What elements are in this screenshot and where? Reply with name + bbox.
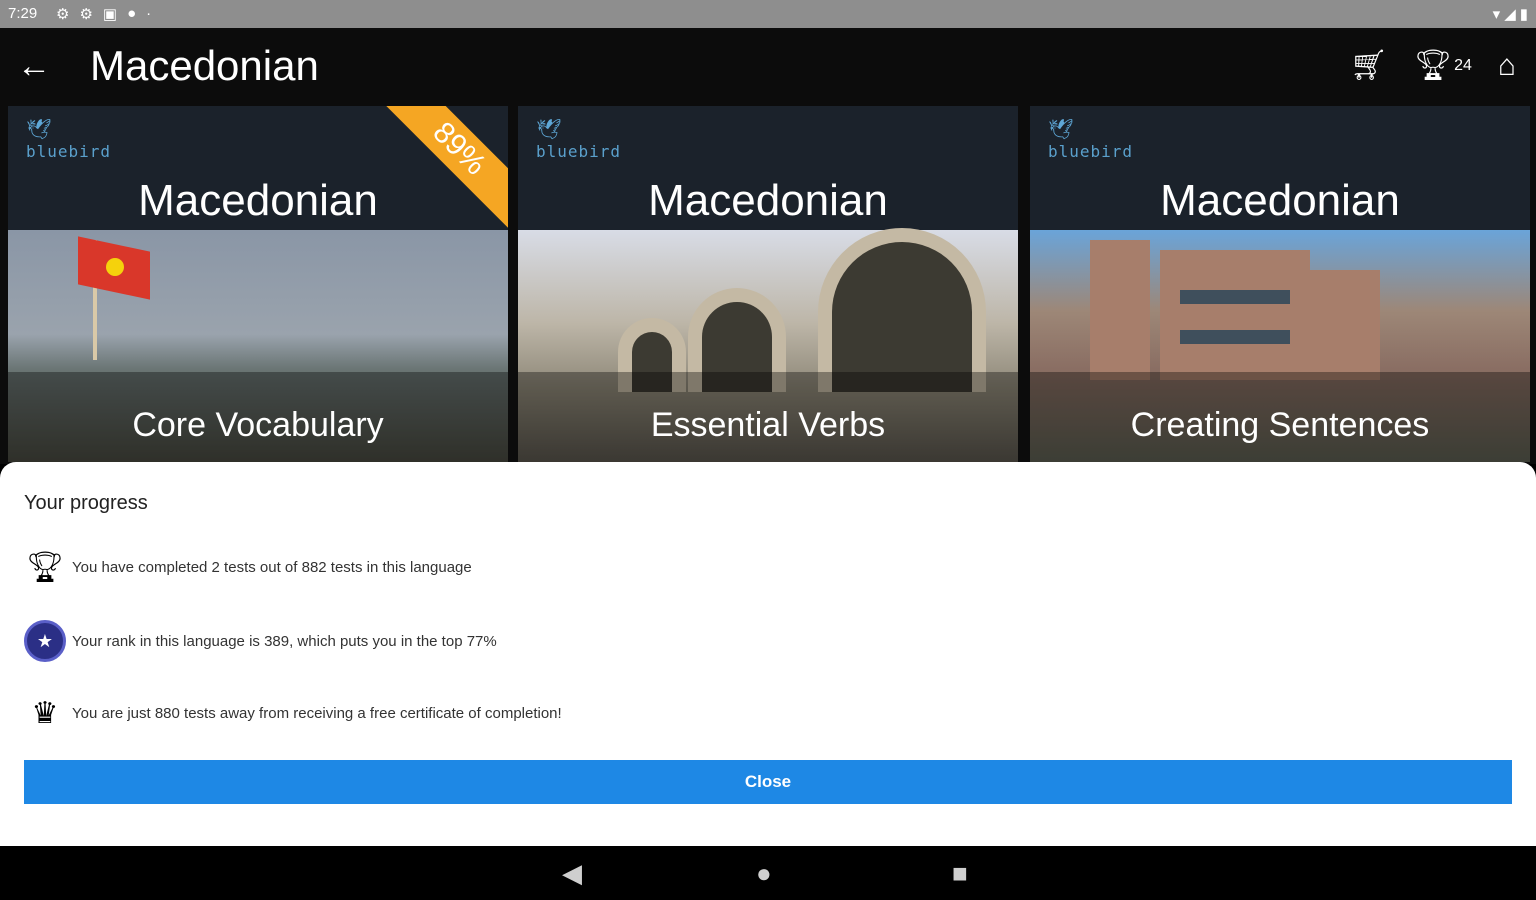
card-language: Macedonian bbox=[1160, 176, 1400, 225]
progress-sheet: Your progress 🏆︎ You have completed 2 te… bbox=[0, 462, 1536, 846]
nav-recents-icon[interactable]: ■ bbox=[952, 858, 968, 889]
status-notification-icons: ⚙ ⚙ ▣ ● · bbox=[56, 5, 151, 23]
bluebird-logo: 🕊︎ bluebird bbox=[536, 119, 622, 161]
app-bar: ← Macedonian 🛒︎ 🏆︎ 24 ⌂ bbox=[0, 28, 1536, 104]
rank-badge-icon: ★ bbox=[24, 620, 66, 662]
sim-icon: ▣ bbox=[102, 6, 118, 23]
circle-icon: ● bbox=[127, 5, 137, 22]
bird-icon: 🕊︎ bbox=[1048, 119, 1074, 141]
arrow-back-icon: ← bbox=[17, 47, 51, 85]
card-topic: Core Vocabulary bbox=[132, 406, 384, 444]
nav-home-icon[interactable]: ● bbox=[756, 858, 772, 889]
signal-icon: ◢ bbox=[1504, 6, 1516, 23]
app-bar-actions: 🛒︎ 🏆︎ 24 ⌂ bbox=[1350, 46, 1516, 86]
system-nav-bar: ◀ ● ■ bbox=[0, 846, 1536, 900]
close-button[interactable]: Close bbox=[24, 760, 1512, 804]
progress-item-rank: ★ Your rank in this language is 389, whi… bbox=[24, 620, 497, 662]
bird-icon: 🕊︎ bbox=[26, 119, 52, 141]
progress-item-completed: 🏆︎ You have completed 2 tests out of 882… bbox=[24, 546, 472, 588]
gear-icon: ⚙ bbox=[56, 6, 70, 23]
back-button[interactable]: ← bbox=[14, 46, 54, 86]
card-language: Macedonian bbox=[648, 176, 888, 225]
card-topic: Creating Sentences bbox=[1130, 406, 1430, 444]
star-trophy-icon: 🏆︎ bbox=[25, 550, 65, 584]
status-time: 7:29 bbox=[8, 5, 38, 22]
trophy-count: 24 bbox=[1454, 57, 1472, 74]
card-topic: Essential Verbs bbox=[650, 406, 886, 444]
wifi-icon: ▾ bbox=[1492, 6, 1501, 23]
trophy-icon: 🏆︎ bbox=[1413, 49, 1453, 82]
gear-icon: ⚙ bbox=[79, 6, 93, 23]
bird-icon: 🕊︎ bbox=[536, 119, 562, 141]
battery-icon: ▮ bbox=[1519, 6, 1528, 23]
course-card-essential-verbs[interactable]: 🕊︎ bluebird Macedonian Essential Verbs bbox=[518, 106, 1018, 462]
course-cards: 🕊︎ bluebird Macedonian Core Vocabulary 8… bbox=[0, 104, 1536, 464]
progress-item-certificate: ♛ You are just 880 tests away from recei… bbox=[24, 692, 562, 734]
dot-icon: · bbox=[146, 5, 152, 22]
status-system-icons: ▾ ◢ ▮ bbox=[1493, 5, 1528, 23]
course-card-core-vocabulary[interactable]: 🕊︎ bluebird Macedonian Core Vocabulary 8… bbox=[8, 106, 508, 462]
nav-back-icon[interactable]: ◀ bbox=[562, 858, 582, 889]
bluebird-logo: 🕊︎ bluebird bbox=[1048, 119, 1134, 161]
trophy-button[interactable]: 🏆︎ 24 bbox=[1414, 46, 1472, 86]
status-bar: 7:29 ⚙ ⚙ ▣ ● · ▾ ◢ ▮ bbox=[0, 0, 1536, 28]
crown-icon: ♛ bbox=[31, 696, 59, 730]
page-title: Macedonian bbox=[90, 42, 319, 89]
bluebird-logo: 🕊︎ bluebird bbox=[26, 119, 112, 161]
card-language: Macedonian bbox=[138, 176, 378, 225]
cart-icon[interactable]: 🛒︎ bbox=[1350, 46, 1388, 86]
home-icon[interactable]: ⌂ bbox=[1498, 46, 1516, 86]
sheet-title: Your progress bbox=[24, 492, 148, 514]
course-card-creating-sentences[interactable]: 🕊︎ bluebird Macedonian Creating Sentence… bbox=[1030, 106, 1530, 462]
